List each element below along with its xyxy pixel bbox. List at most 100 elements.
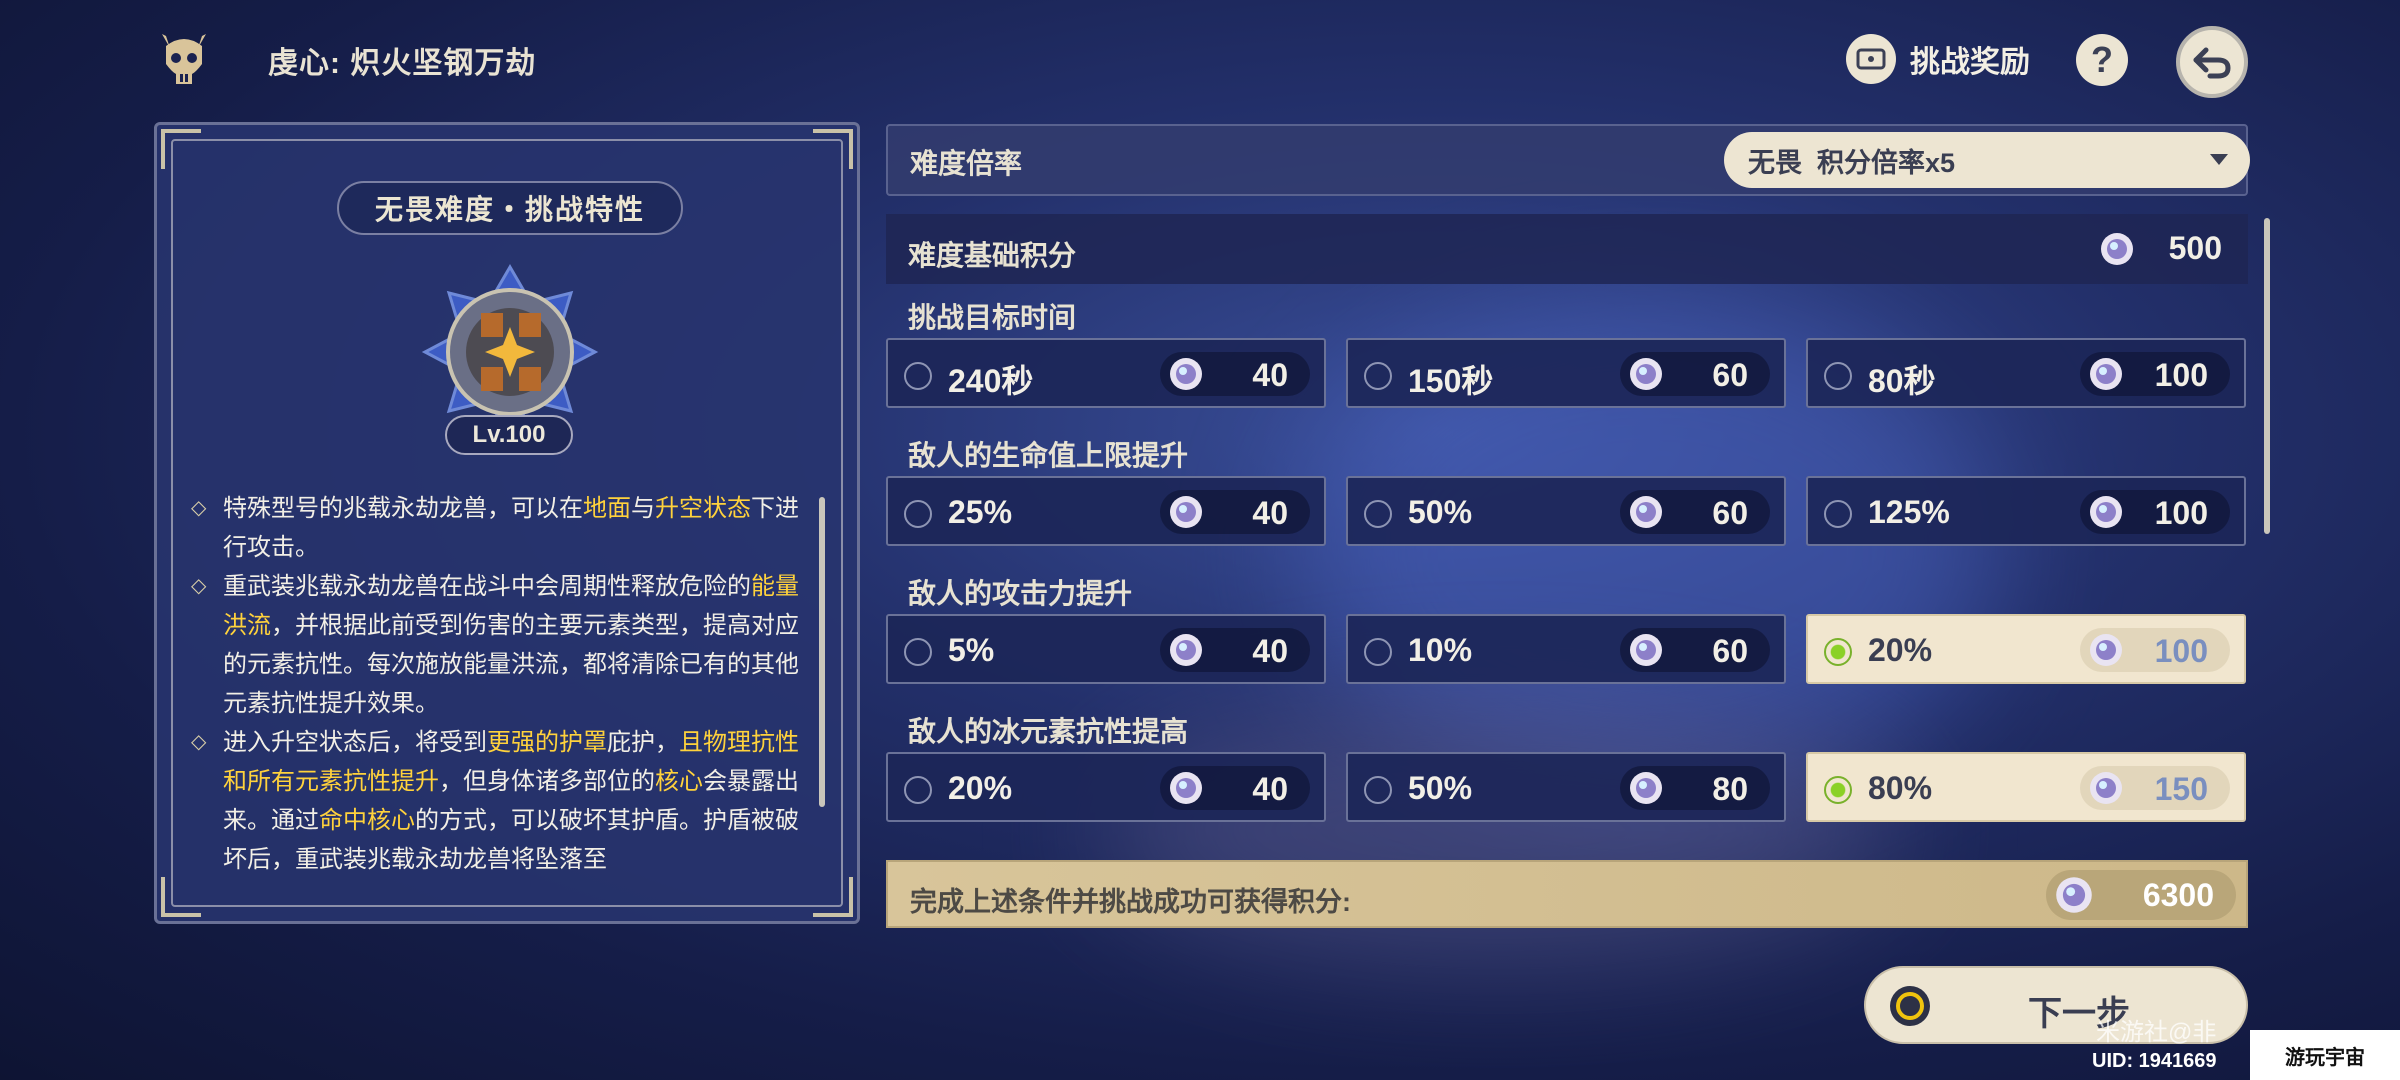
trait-text: 进入升空状态后，将受到 [223, 729, 487, 756]
radio-button[interactable] [1364, 362, 1392, 390]
uid-text: UID: 1941669 [2092, 1050, 2217, 1072]
option-card[interactable]: 25% 40 [886, 476, 1326, 546]
score-options-list: 难度基础积分 500 挑战目标时间 240秒 40 150秒 60 80秒 100 敌人的生命… [886, 214, 2270, 844]
difficulty-dropdown[interactable]: 无畏 积分倍率x5 [1724, 132, 2250, 188]
option-points: 100 [2080, 490, 2230, 534]
back-button[interactable] [2176, 26, 2248, 98]
points-gem-icon [1170, 772, 1202, 804]
points-gem-icon [1170, 358, 1202, 390]
option-card[interactable]: 125% 100 [1806, 476, 2246, 546]
frame-corner [813, 129, 853, 169]
radio-button[interactable] [904, 776, 932, 804]
trait-text: 特殊型号的兆载永劫龙兽，可以在 [223, 495, 583, 522]
section-label: 敌人的冰元素抗性提高 [908, 716, 1189, 747]
challenge-traits-panel: 无畏难度・挑战特性 Lv.100 特殊型号的兆载永劫龙兽，可以在地面与升空状态下… [154, 122, 860, 924]
option-points-value: 80 [1712, 771, 1748, 807]
option-card[interactable]: 50% 60 [1346, 476, 1786, 546]
base-score-value: 500 [2168, 230, 2222, 266]
option-points-value: 40 [1252, 495, 1288, 531]
option-card[interactable]: 80% 150 [1806, 752, 2246, 822]
traits-heading: 无畏难度・挑战特性 [337, 181, 683, 235]
option-points: 100 [2080, 628, 2230, 672]
radio-button[interactable] [1824, 362, 1852, 390]
trait-highlight: 核心 [655, 768, 703, 795]
back-arrow-icon [2193, 47, 2231, 79]
option-label: 20% [1868, 632, 1933, 668]
total-score-label: 完成上述条件并挑战成功可获得积分: [910, 887, 1351, 917]
difficulty-selected: 无畏 积分倍率x5 [1748, 147, 1956, 178]
trait-text: 重武装兆载永劫龙兽在战斗中会周期性释放危险的 [223, 573, 751, 600]
option-card[interactable]: 20% 100 [1806, 614, 2246, 684]
points-gem-icon [1170, 634, 1202, 666]
trait-text: 与 [631, 495, 655, 522]
option-points: 40 [1160, 352, 1310, 396]
option-label: 125% [1868, 494, 1950, 530]
points-gem-icon [2090, 496, 2122, 528]
option-label: 240秒 [948, 363, 1034, 399]
option-card[interactable]: 20% 40 [886, 752, 1326, 822]
challenge-reward-button[interactable]: 挑战奖励 [1846, 34, 2030, 84]
option-label: 50% [1408, 494, 1473, 530]
option-card[interactable]: 5% 40 [886, 614, 1326, 684]
option-label: 80% [1868, 770, 1933, 806]
option-card[interactable]: 50% 80 [1346, 752, 1786, 822]
option-points-value: 60 [1712, 495, 1748, 531]
radio-button[interactable] [904, 500, 932, 528]
radio-button[interactable] [1364, 776, 1392, 804]
radio-button[interactable] [1824, 638, 1852, 666]
option-label: 80秒 [1868, 363, 1936, 399]
radio-button[interactable] [1364, 638, 1392, 666]
help-button[interactable]: ? [2076, 34, 2128, 86]
radio-button[interactable] [1824, 500, 1852, 528]
option-card[interactable]: 150秒 60 [1346, 338, 1786, 408]
level-badge: Lv.100 [445, 415, 573, 455]
trait-highlight: 地面 [583, 495, 631, 522]
boss-skull-icon [162, 34, 206, 84]
option-points: 60 [1620, 352, 1770, 396]
brand-logo: 游玩宇宙 [2250, 1030, 2400, 1080]
confirm-circle-icon [1890, 986, 1930, 1026]
trait-highlight: 升空状态 [655, 495, 751, 522]
option-points: 80 [1620, 766, 1770, 810]
radio-button[interactable] [904, 638, 932, 666]
trait-highlight: 命中核心 [319, 807, 415, 834]
option-points-value: 40 [1252, 771, 1288, 807]
points-gem-icon [2100, 232, 2133, 265]
difficulty-bar: 难度倍率 无畏 积分倍率x5 [886, 124, 2250, 196]
total-score-value: 6300 [2142, 876, 2214, 913]
section-label: 敌人的生命值上限提升 [908, 440, 1189, 471]
option-card[interactable]: 10% 60 [1346, 614, 1786, 684]
points-gem-icon [2090, 358, 2122, 390]
total-score-bar: 完成上述条件并挑战成功可获得积分: 6300 [886, 860, 2248, 928]
trait-text: ，并根据此前受到伤害的主要元素类型，提高对应的元素抗性。每次施放能量洪流，都将清… [223, 612, 799, 717]
radio-button[interactable] [1824, 776, 1852, 804]
trait-bullet: 重武装兆载永劫龙兽在战斗中会周期性释放危险的能量洪流，并根据此前受到伤害的主要元… [191, 567, 801, 723]
trait-text: ，但身体诸多部位的 [439, 768, 655, 795]
traits-description: 特殊型号的兆载永劫龙兽，可以在地面与升空状态下进行攻击。重武装兆载永劫龙兽在战斗… [191, 489, 801, 879]
total-score-pill: 6300 [2046, 870, 2236, 920]
option-label: 10% [1408, 632, 1473, 668]
option-label: 25% [948, 494, 1013, 530]
frame-corner [813, 877, 853, 917]
radio-button[interactable] [904, 362, 932, 390]
option-points-value: 100 [2154, 495, 2208, 531]
base-score-row: 难度基础积分 500 [886, 214, 2248, 284]
points-gem-icon [1170, 496, 1202, 528]
base-score-value-wrap: 500 [2099, 230, 2222, 267]
base-score-label: 难度基础积分 [908, 240, 1077, 271]
option-points-value: 100 [2154, 633, 2208, 669]
description-scrollbar[interactable] [819, 497, 825, 807]
difficulty-label: 难度倍率 [910, 148, 1023, 179]
points-gem-icon [2056, 877, 2092, 913]
option-points: 150 [2080, 766, 2230, 810]
option-label: 5% [948, 632, 995, 668]
options-scrollbar[interactable] [2264, 218, 2270, 534]
trait-text: 庇护， [607, 729, 679, 756]
option-card[interactable]: 80秒 100 [1806, 338, 2246, 408]
option-card[interactable]: 240秒 40 [886, 338, 1326, 408]
option-label: 50% [1408, 770, 1473, 806]
radio-button[interactable] [1364, 500, 1392, 528]
reward-chest-icon [1846, 34, 1896, 84]
option-points: 40 [1160, 490, 1310, 534]
option-points-value: 60 [1712, 357, 1748, 393]
